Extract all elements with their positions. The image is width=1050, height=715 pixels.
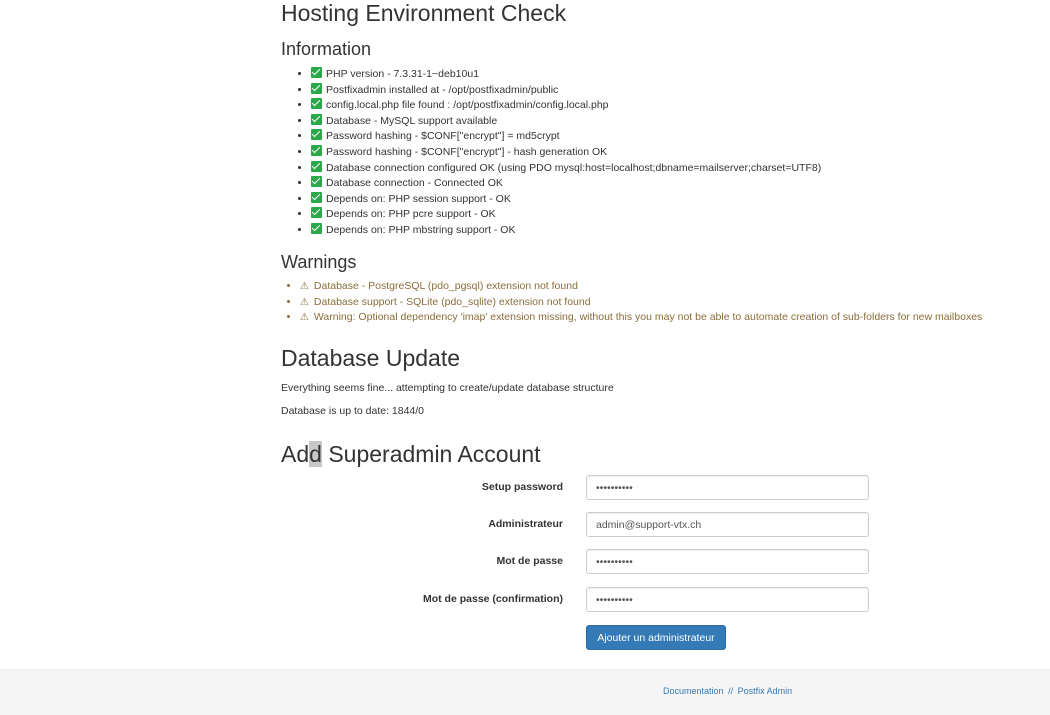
list-item: Database connection configured OK (using… — [311, 160, 822, 177]
info-item-text: Depends on: PHP mbstring support - OK — [326, 223, 516, 236]
list-item: ⚠ Database support - SQLite (pdo_sqlite)… — [300, 295, 982, 311]
database-update-heading: Database Update — [281, 345, 461, 371]
warning-item-text: Database - PostgreSQL (pdo_pgsql) extens… — [313, 280, 578, 292]
list-item: Password hashing - $CONF["encrypt"] - ha… — [311, 144, 821, 161]
password-confirm-label: Mot de passe (confirmation) — [422, 593, 563, 605]
setup-password-row: Setup password — [281, 475, 1041, 501]
footer-links: Documentation // Postfix Admin — [663, 686, 792, 696]
info-item-text: Depends on: PHP pcre support - OK — [326, 208, 496, 221]
superadmin-heading-part: Superadmin Account — [321, 441, 541, 467]
check-icon — [311, 144, 322, 156]
database-update-message: Everything seems fine... attempting to c… — [281, 382, 614, 394]
check-icon — [311, 129, 322, 141]
footer: Documentation // Postfix Admin — [0, 669, 1050, 715]
check-icon — [311, 207, 322, 219]
warnings-list: ⚠ Database - PostgreSQL (pdo_pgsql) exte… — [281, 279, 982, 326]
add-administrator-button[interactable]: Ajouter un administrateur — [586, 625, 726, 650]
info-item-text: Database - MySQL support available — [326, 114, 498, 127]
list-item: Depends on: PHP pcre support - OK — [311, 207, 821, 223]
check-icon — [311, 98, 322, 110]
check-icon — [311, 222, 322, 234]
administrator-label: Administrateur — [488, 518, 563, 530]
check-icon — [311, 113, 322, 125]
list-item: Depends on: PHP session support - OK — [311, 191, 821, 208]
footer-separator: // — [728, 686, 734, 696]
superadmin-heading: Add Superadmin Account — [281, 441, 541, 467]
warning-item-text: Warning: Optional dependency 'imap' exte… — [313, 311, 983, 323]
info-item-text: Password hashing - $CONF["encrypt"] - ha… — [326, 145, 608, 158]
info-item-text: PHP version - 7.3.31-1~deb10u1 — [326, 68, 480, 80]
info-item-text: Depends on: PHP session support - OK — [326, 192, 511, 205]
password-confirm-row: Mot de passe (confirmation) — [281, 587, 1041, 613]
setup-password-input[interactable] — [586, 475, 869, 500]
info-item-text: Database connection - Connected OK — [326, 177, 503, 190]
password-confirm-input[interactable] — [586, 587, 869, 612]
list-item: Depends on: PHP mbstring support - OK — [311, 222, 821, 239]
information-list: PHP version - 7.3.31-1~deb10u1 Postfixad… — [281, 67, 821, 239]
administrator-input[interactable] — [586, 512, 869, 537]
postfix-admin-link[interactable]: Postfix Admin — [738, 686, 793, 696]
page: Hosting Environment Check Information PH… — [0, 0, 1050, 715]
info-item-text: Postfixadmin installed at - /opt/postfix… — [326, 83, 559, 96]
info-item-text: Password hashing - $CONF["encrypt"] = md… — [326, 130, 560, 143]
check-icon — [311, 82, 322, 94]
warnings-heading: Warnings — [281, 252, 357, 272]
list-item: Database connection - Connected OK — [311, 176, 821, 192]
check-icon — [311, 160, 322, 172]
setup-password-label: Setup password — [481, 481, 563, 493]
list-item: Database - MySQL support available — [311, 113, 821, 130]
superadmin-heading-highlight: d — [309, 441, 322, 467]
info-item-text: Database connection configured OK (using… — [326, 161, 822, 174]
check-icon — [311, 191, 322, 203]
list-item: Postfixadmin installed at - /opt/postfix… — [311, 82, 821, 99]
check-icon — [311, 67, 322, 78]
password-label: Mot de passe — [496, 555, 563, 567]
superadmin-heading-part: Ad — [281, 441, 310, 467]
database-status-message: Database is up to date: 1844/0 — [281, 405, 425, 417]
list-item: ⚠ Database - PostgreSQL (pdo_pgsql) exte… — [300, 279, 982, 295]
info-item-text: config.local.php file found : /opt/postf… — [326, 99, 609, 112]
password-row: Mot de passe — [281, 549, 1041, 575]
list-item: Password hashing - $CONF["encrypt"] = md… — [311, 129, 821, 145]
check-icon — [311, 176, 322, 188]
list-item: config.local.php file found : /opt/postf… — [311, 98, 821, 114]
list-item: PHP version - 7.3.31-1~deb10u1 — [311, 67, 821, 83]
page-title: Hosting Environment Check — [281, 0, 567, 26]
administrator-row: Administrateur — [281, 512, 1041, 538]
warning-item-text: Database support - SQLite (pdo_sqlite) e… — [313, 295, 591, 308]
list-item: ⚠ Warning: Optional dependency 'imap' ex… — [300, 310, 982, 326]
warning-icon: ⚠ — [300, 312, 309, 323]
warning-icon: ⚠ — [300, 281, 309, 292]
warning-icon: ⚠ — [300, 296, 309, 308]
documentation-link[interactable]: Documentation — [663, 686, 724, 696]
information-heading: Information — [281, 39, 372, 59]
password-input[interactable] — [586, 549, 869, 574]
